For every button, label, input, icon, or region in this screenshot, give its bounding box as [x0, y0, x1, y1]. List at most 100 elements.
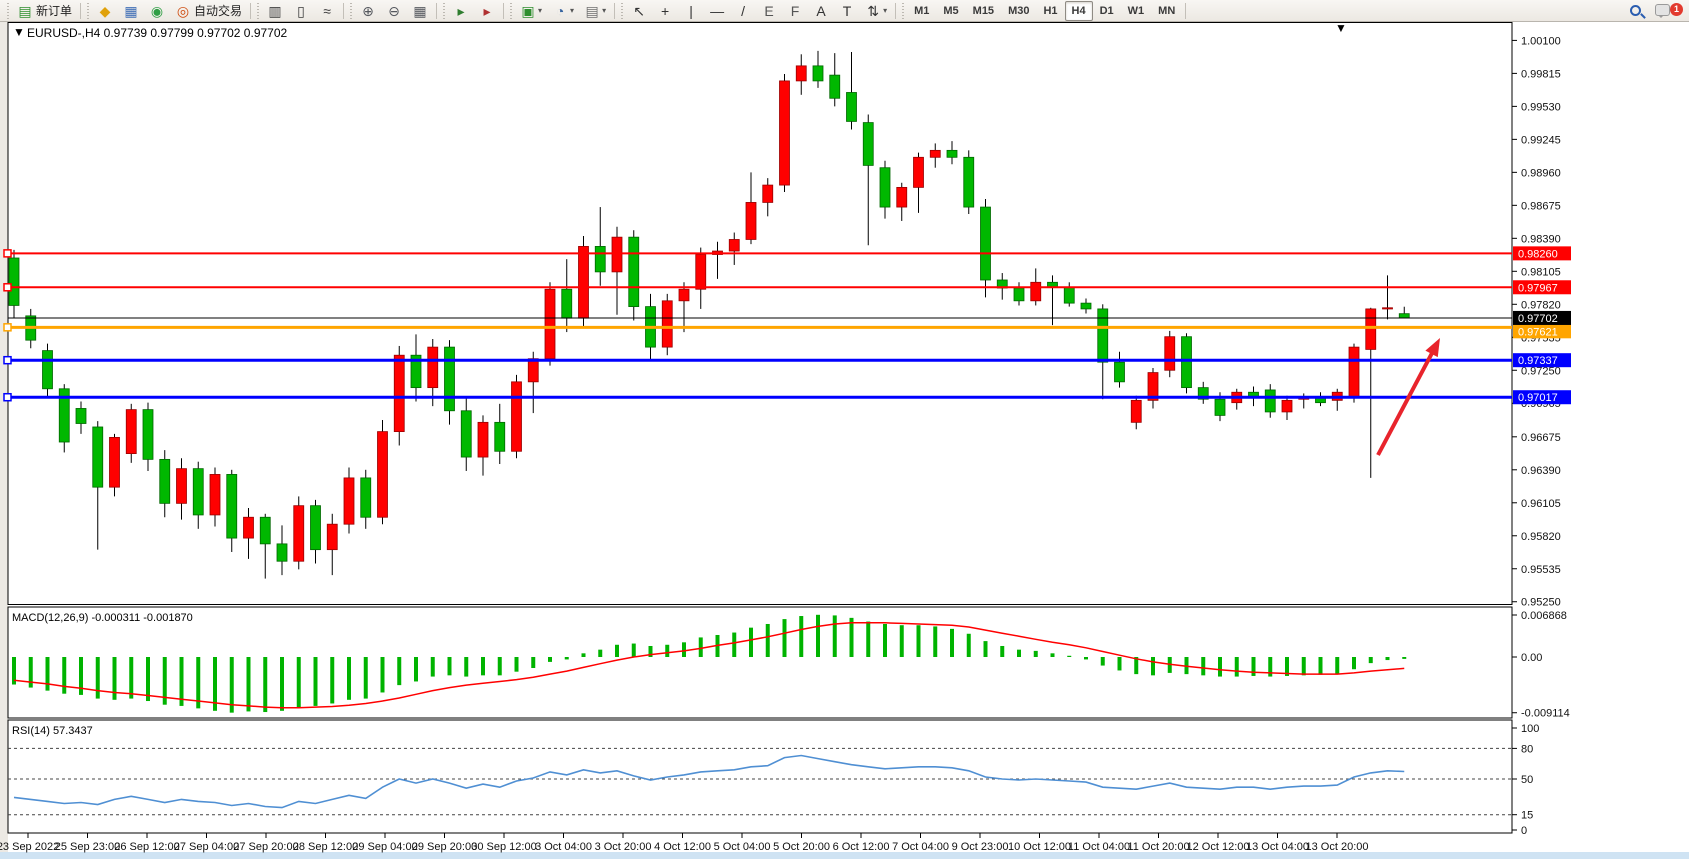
candle-body	[43, 351, 53, 389]
text-button[interactable]: A	[808, 1, 834, 21]
macd-bar	[1201, 657, 1205, 675]
macd-bar	[330, 657, 334, 703]
rsi-tick-label: 50	[1521, 774, 1533, 786]
tf-w1-button-label: W1	[1128, 5, 1145, 17]
candle-body	[981, 207, 991, 280]
tf-h1-button[interactable]: H1	[1036, 1, 1064, 21]
macd-bar	[1218, 657, 1222, 677]
chart-shift-button[interactable]: ▸	[474, 1, 500, 21]
status-strip	[0, 852, 1689, 859]
market-watch-icon: ◆	[97, 4, 113, 18]
tile-windows-button[interactable]: ▦	[407, 1, 433, 21]
chart-canvas[interactable]: 1.001000.998150.995300.992450.989600.986…	[0, 22, 1689, 859]
channel-button[interactable]: F	[782, 1, 808, 21]
new-order-button-label: 新订单	[36, 2, 72, 19]
tf-d1-button[interactable]: D1	[1093, 1, 1121, 21]
macd-bar	[1034, 651, 1038, 657]
chevron-down-icon[interactable]: ▾	[602, 6, 606, 15]
chart-window[interactable]: 1.001000.998150.995300.992450.989600.986…	[0, 22, 1689, 859]
macd-bar	[364, 657, 368, 699]
tf-mn-button[interactable]: MN	[1151, 1, 1182, 21]
fibonacci-button[interactable]: E	[756, 1, 782, 21]
time-tick-label: 5 Oct 20:00	[773, 841, 830, 853]
macd-bar	[297, 657, 301, 707]
toolbar-grip	[6, 3, 10, 19]
time-tick-label: 10 Oct 12:00	[1008, 841, 1071, 853]
bar-chart-button[interactable]: ▥	[262, 1, 288, 21]
search-icon[interactable]	[1630, 5, 1641, 16]
macd-bar	[113, 657, 117, 700]
chevron-down-icon[interactable]: ▾	[883, 6, 887, 15]
tf-m5-button[interactable]: M5	[936, 1, 965, 21]
candle-body	[1182, 337, 1192, 388]
candle-body	[847, 92, 857, 121]
scroll-to-end-marker: ▼	[1335, 22, 1347, 35]
templates-button[interactable]: ▤▾	[579, 1, 611, 21]
time-tick-label: 13 Oct 04:00	[1246, 841, 1309, 853]
chevron-down-icon[interactable]: ▾	[538, 6, 542, 15]
toolbar-right: 1	[1630, 2, 1685, 20]
new-chart-button[interactable]: ▣▾	[515, 1, 547, 21]
macd-bar	[1051, 653, 1055, 657]
line-handle[interactable]	[4, 357, 11, 364]
auto-scroll-button[interactable]: ▸	[448, 1, 474, 21]
notifications-button[interactable]: 1	[1655, 2, 1685, 20]
navigator-button[interactable]: ◉	[144, 1, 170, 21]
chevron-down-icon[interactable]: ▾	[570, 6, 574, 15]
window-left-edge	[0, 22, 8, 859]
candle-body	[746, 202, 756, 239]
candle-body	[277, 544, 287, 561]
candle-body	[528, 359, 538, 382]
zoom-in-button[interactable]: ⊕	[355, 1, 381, 21]
cursor-button[interactable]: ↖	[626, 1, 652, 21]
line-handle[interactable]	[4, 284, 11, 291]
candle-chart-button[interactable]: ▯	[288, 1, 314, 21]
candle-body	[143, 410, 153, 460]
market-watch-button[interactable]: ◆	[92, 1, 118, 21]
macd-bar	[381, 657, 385, 692]
data-window-button[interactable]: ▦	[118, 1, 144, 21]
candle-body	[579, 246, 589, 318]
line-chart-button[interactable]: ≈	[314, 1, 340, 21]
line-handle[interactable]	[4, 394, 11, 401]
tf-m15-button[interactable]: M15	[966, 1, 1001, 21]
arrows-button[interactable]: ⇅▾	[860, 1, 892, 21]
time-tick-label: 6 Oct 12:00	[833, 841, 890, 853]
macd-tick-label: 0.00	[1521, 652, 1542, 664]
vline-button[interactable]: |	[678, 1, 704, 21]
toolbar-separator	[80, 3, 81, 19]
toolbar-separator	[895, 3, 896, 19]
trendline-button[interactable]: /	[730, 1, 756, 21]
autotrading-button[interactable]: ◎自动交易	[170, 1, 247, 21]
tf-h4-button[interactable]: H4	[1065, 1, 1093, 21]
toolbar-group-zoom: ⊕⊖▦	[355, 0, 433, 22]
tf-m1-button[interactable]: M1	[907, 1, 936, 21]
new-order-button[interactable]: ▤新订单	[12, 1, 77, 21]
candle-body	[679, 289, 689, 301]
auto-scroll-icon: ▸	[453, 4, 469, 18]
hline-button[interactable]: —	[704, 1, 730, 21]
macd-bar	[96, 657, 100, 699]
toolbar-grip	[620, 3, 624, 19]
zoom-out-button[interactable]: ⊖	[381, 1, 407, 21]
line-handle[interactable]	[4, 250, 11, 257]
rsi-tick-label: 100	[1521, 723, 1539, 735]
rsi-pane[interactable]	[8, 720, 1512, 833]
text-label-button[interactable]: T	[834, 1, 860, 21]
line-chart-icon: ≈	[319, 4, 335, 18]
tf-w1-button[interactable]: W1	[1121, 1, 1152, 21]
line-handle[interactable]	[4, 324, 11, 331]
time-tick-label: 28 Sep 12:00	[293, 841, 358, 853]
tf-m5-button-label: M5	[943, 5, 958, 17]
tf-m30-button[interactable]: M30	[1001, 1, 1036, 21]
candle-body	[378, 432, 388, 518]
macd-bar	[280, 657, 284, 711]
crosshair-button[interactable]: +	[652, 1, 678, 21]
macd-bar	[1017, 650, 1021, 657]
periods-button[interactable]: ◔▾	[547, 1, 579, 21]
price-tick-label: 0.98675	[1521, 200, 1561, 212]
macd-bar	[1302, 657, 1306, 675]
candle-body	[461, 411, 471, 457]
time-tick-label: 5 Oct 04:00	[714, 841, 771, 853]
macd-bar	[146, 657, 150, 701]
